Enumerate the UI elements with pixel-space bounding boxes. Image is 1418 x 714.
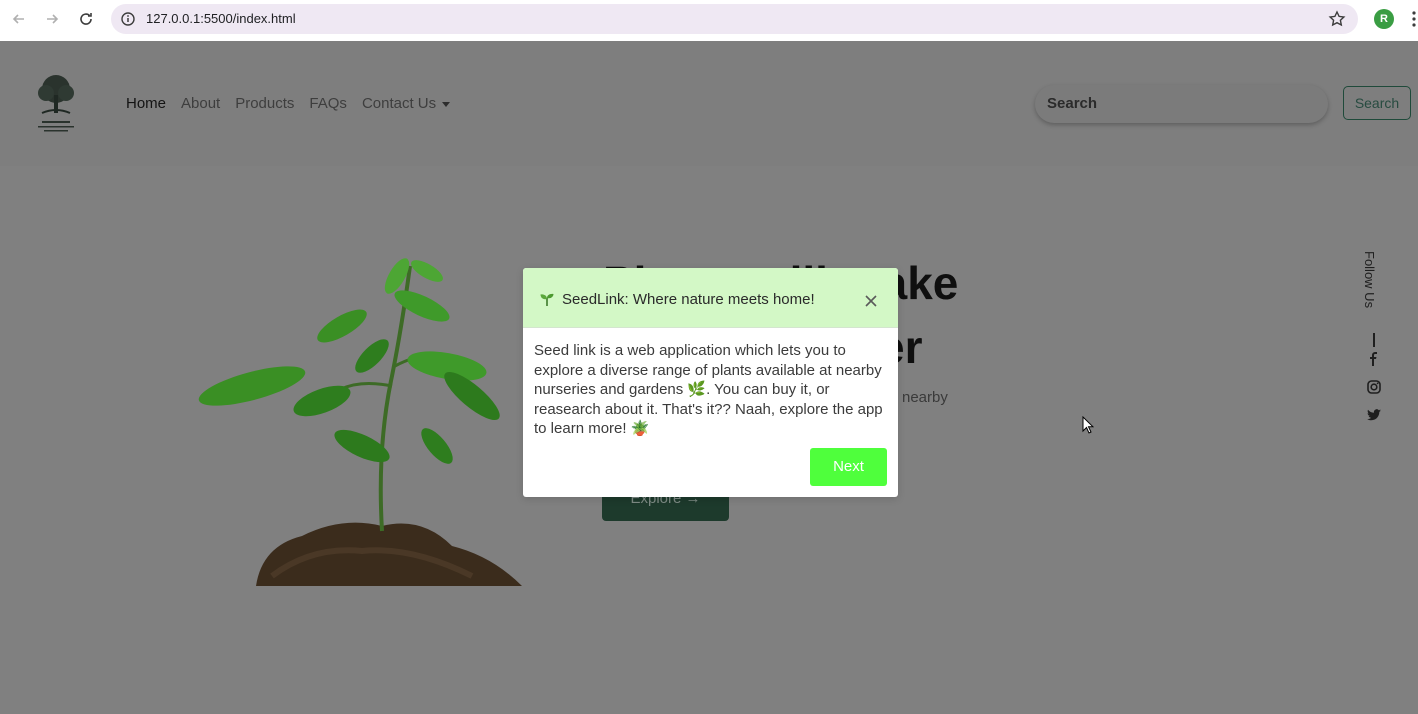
- profile-avatar[interactable]: R: [1374, 9, 1394, 29]
- nav-products[interactable]: Products: [235, 95, 294, 112]
- address-bar[interactable]: 127.0.0.1:5500/index.html: [111, 4, 1358, 34]
- search-button[interactable]: Search: [1343, 86, 1411, 120]
- site-navbar: Home About Products FAQs Contact Us Sear…: [0, 41, 1418, 166]
- twitter-icon[interactable]: [1366, 407, 1382, 423]
- seedlink-logo[interactable]: [32, 71, 80, 135]
- welcome-modal: SeedLink: Where nature meets home! Seed …: [523, 268, 898, 497]
- mouse-cursor-icon: [1082, 415, 1095, 434]
- bookmark-star-icon[interactable]: [1328, 10, 1346, 33]
- nav-home[interactable]: Home: [126, 95, 166, 112]
- nav-contact-us-label: Contact Us: [361, 95, 437, 112]
- close-icon[interactable]: [863, 293, 879, 309]
- modal-body-text: Seed link is a web application which let…: [534, 342, 883, 438]
- instagram-icon[interactable]: [1366, 379, 1382, 395]
- url-text: 127.0.0.1:5500/index.html: [146, 11, 296, 26]
- nav-contact-us[interactable]: Contact Us: [361, 95, 451, 112]
- nav-links: Home About Products FAQs Contact Us: [126, 95, 451, 112]
- forward-icon[interactable]: [41, 8, 63, 30]
- next-button[interactable]: Next: [810, 448, 887, 486]
- reload-icon[interactable]: [75, 8, 97, 30]
- back-icon[interactable]: [8, 8, 30, 30]
- hero-subtitle: nearby: [902, 389, 948, 406]
- follow-divider: [1373, 333, 1375, 347]
- follow-us-label: Follow Us: [1362, 251, 1377, 309]
- dropdown-caret-icon: [442, 101, 451, 107]
- seedling-icon: [539, 291, 555, 307]
- nav-faqs[interactable]: FAQs: [309, 95, 347, 112]
- kebab-menu-icon[interactable]: [1411, 10, 1417, 28]
- follow-us-sidebar: Follow Us: [1362, 251, 1386, 431]
- modal-title: SeedLink: Where nature meets home!: [562, 291, 815, 308]
- browser-toolbar: 127.0.0.1:5500/index.html R: [0, 0, 1418, 41]
- facebook-icon[interactable]: [1366, 351, 1382, 367]
- plant-illustration: [192, 246, 524, 586]
- site-info-icon[interactable]: [120, 11, 136, 32]
- search-input[interactable]: Search: [1035, 85, 1328, 123]
- modal-header: SeedLink: Where nature meets home!: [523, 268, 898, 328]
- nav-about[interactable]: About: [181, 95, 220, 112]
